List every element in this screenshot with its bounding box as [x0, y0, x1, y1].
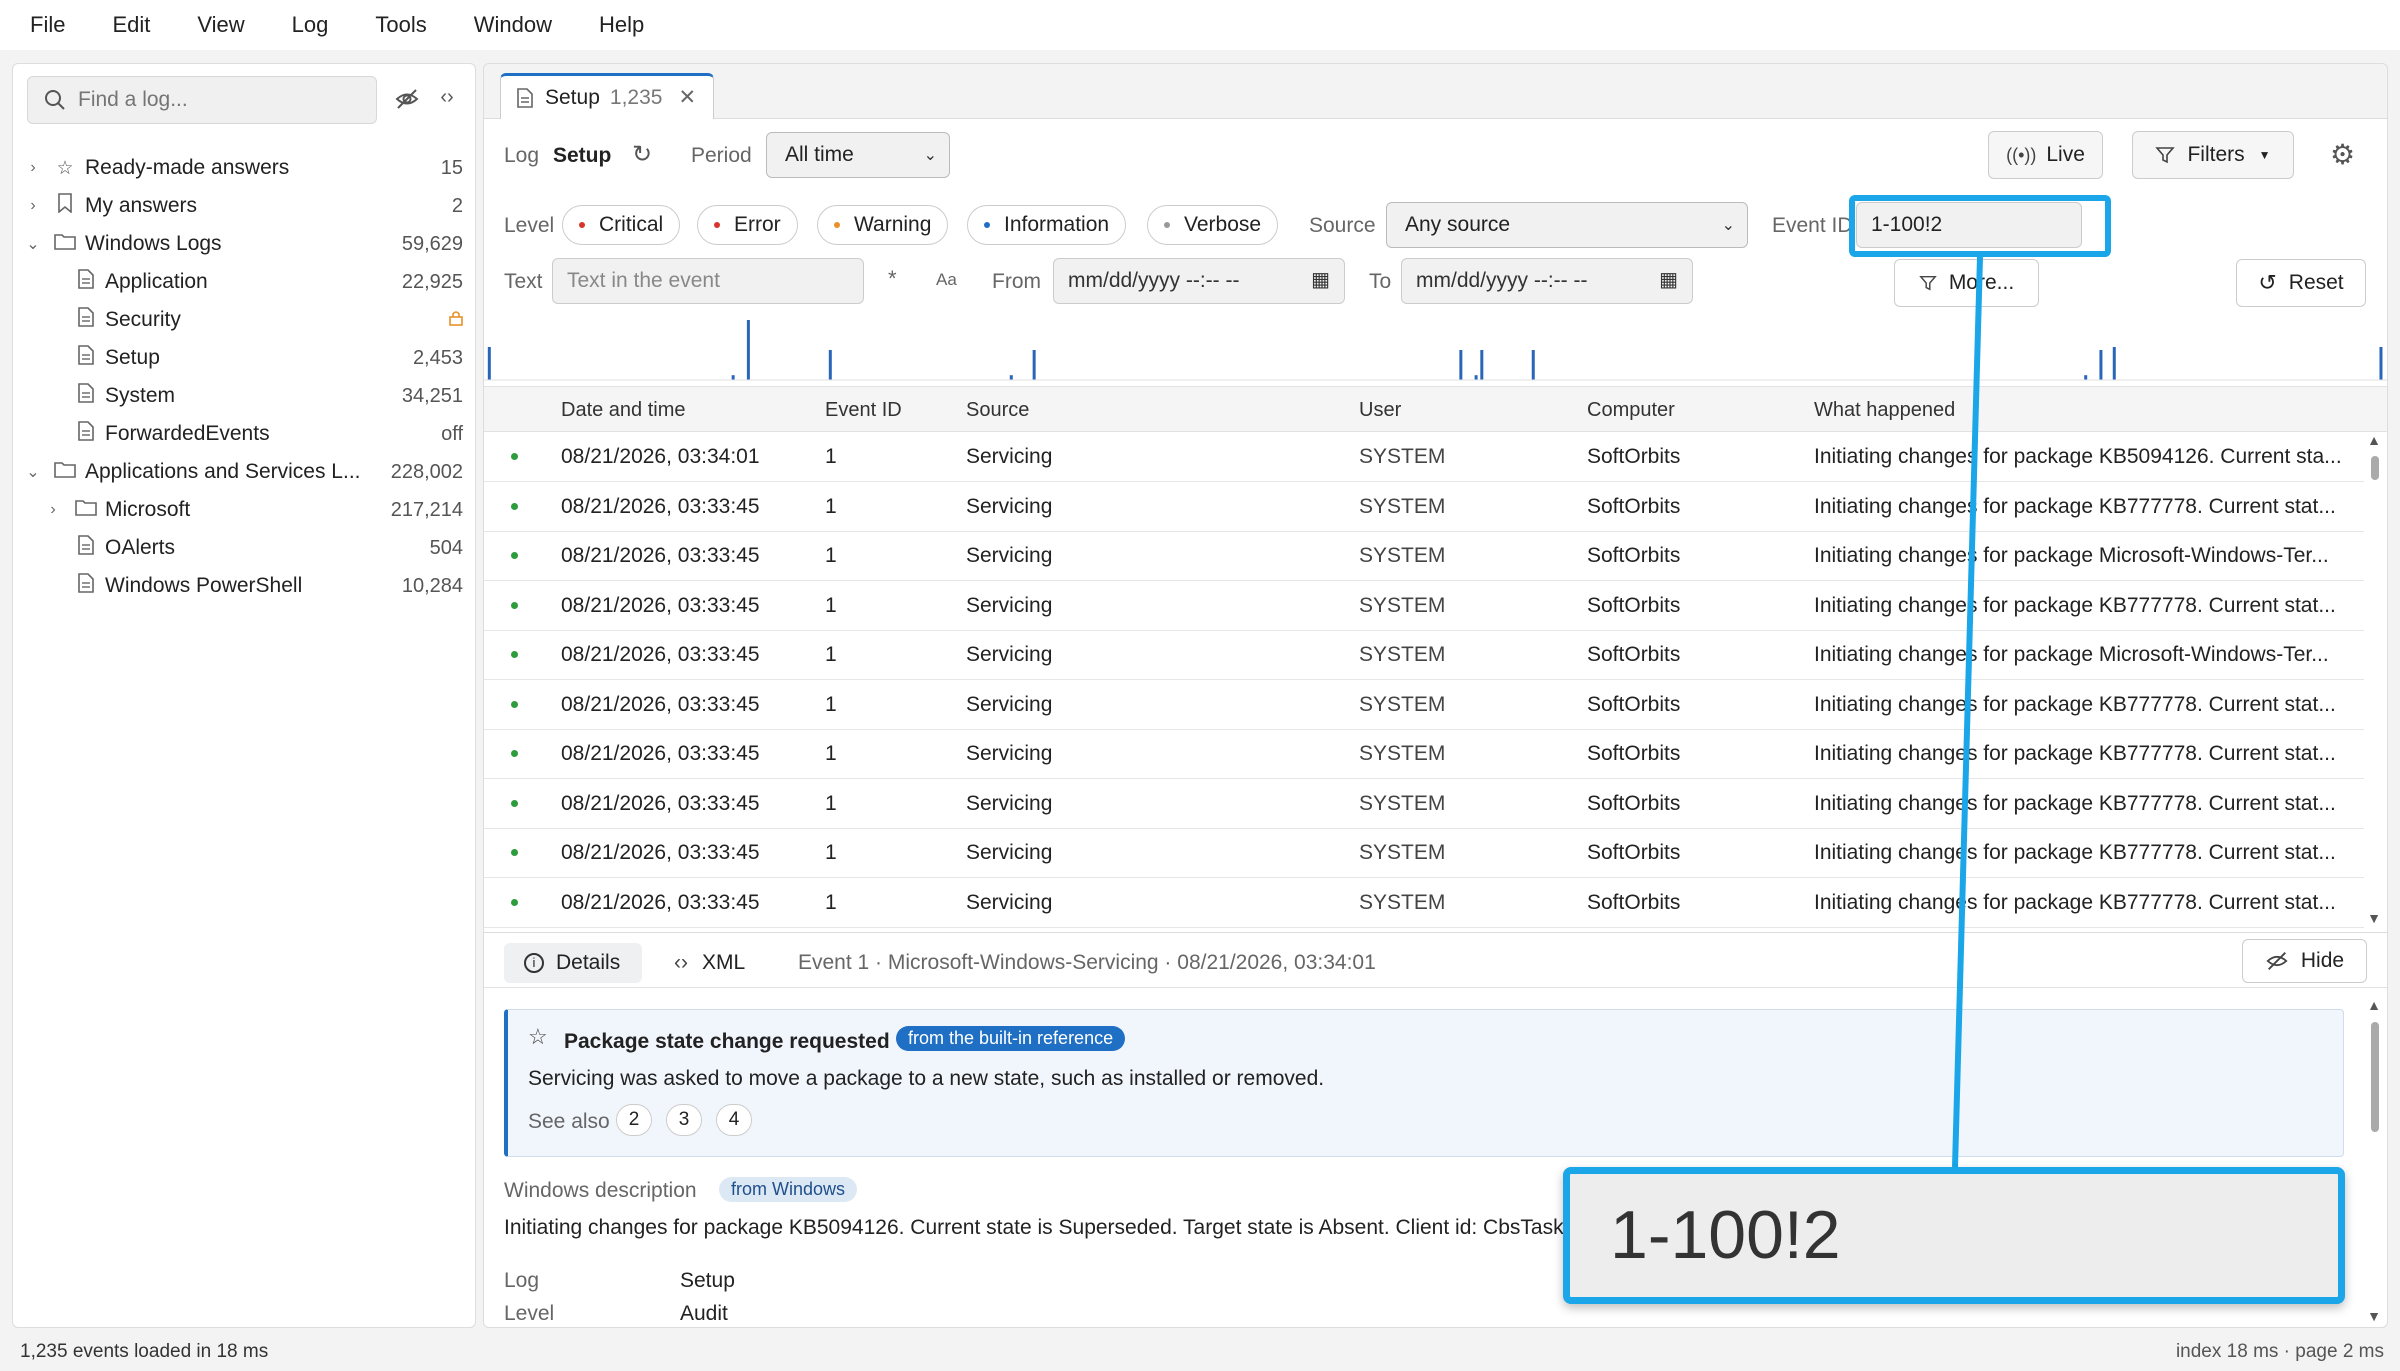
status-bar: 1,235 events loaded in 18 ms index 18 ms… [0, 1332, 2400, 1371]
callout-connector [1952, 256, 1983, 1168]
status-right: index 18 ms · page 2 ms [2175, 1341, 2384, 1362]
zoom-callout: 1-100!2 [1563, 1167, 2345, 1304]
status-left: 1,235 events loaded in 18 ms [20, 1341, 269, 1362]
zoom-text: 1-100!2 [1610, 1197, 1841, 1273]
